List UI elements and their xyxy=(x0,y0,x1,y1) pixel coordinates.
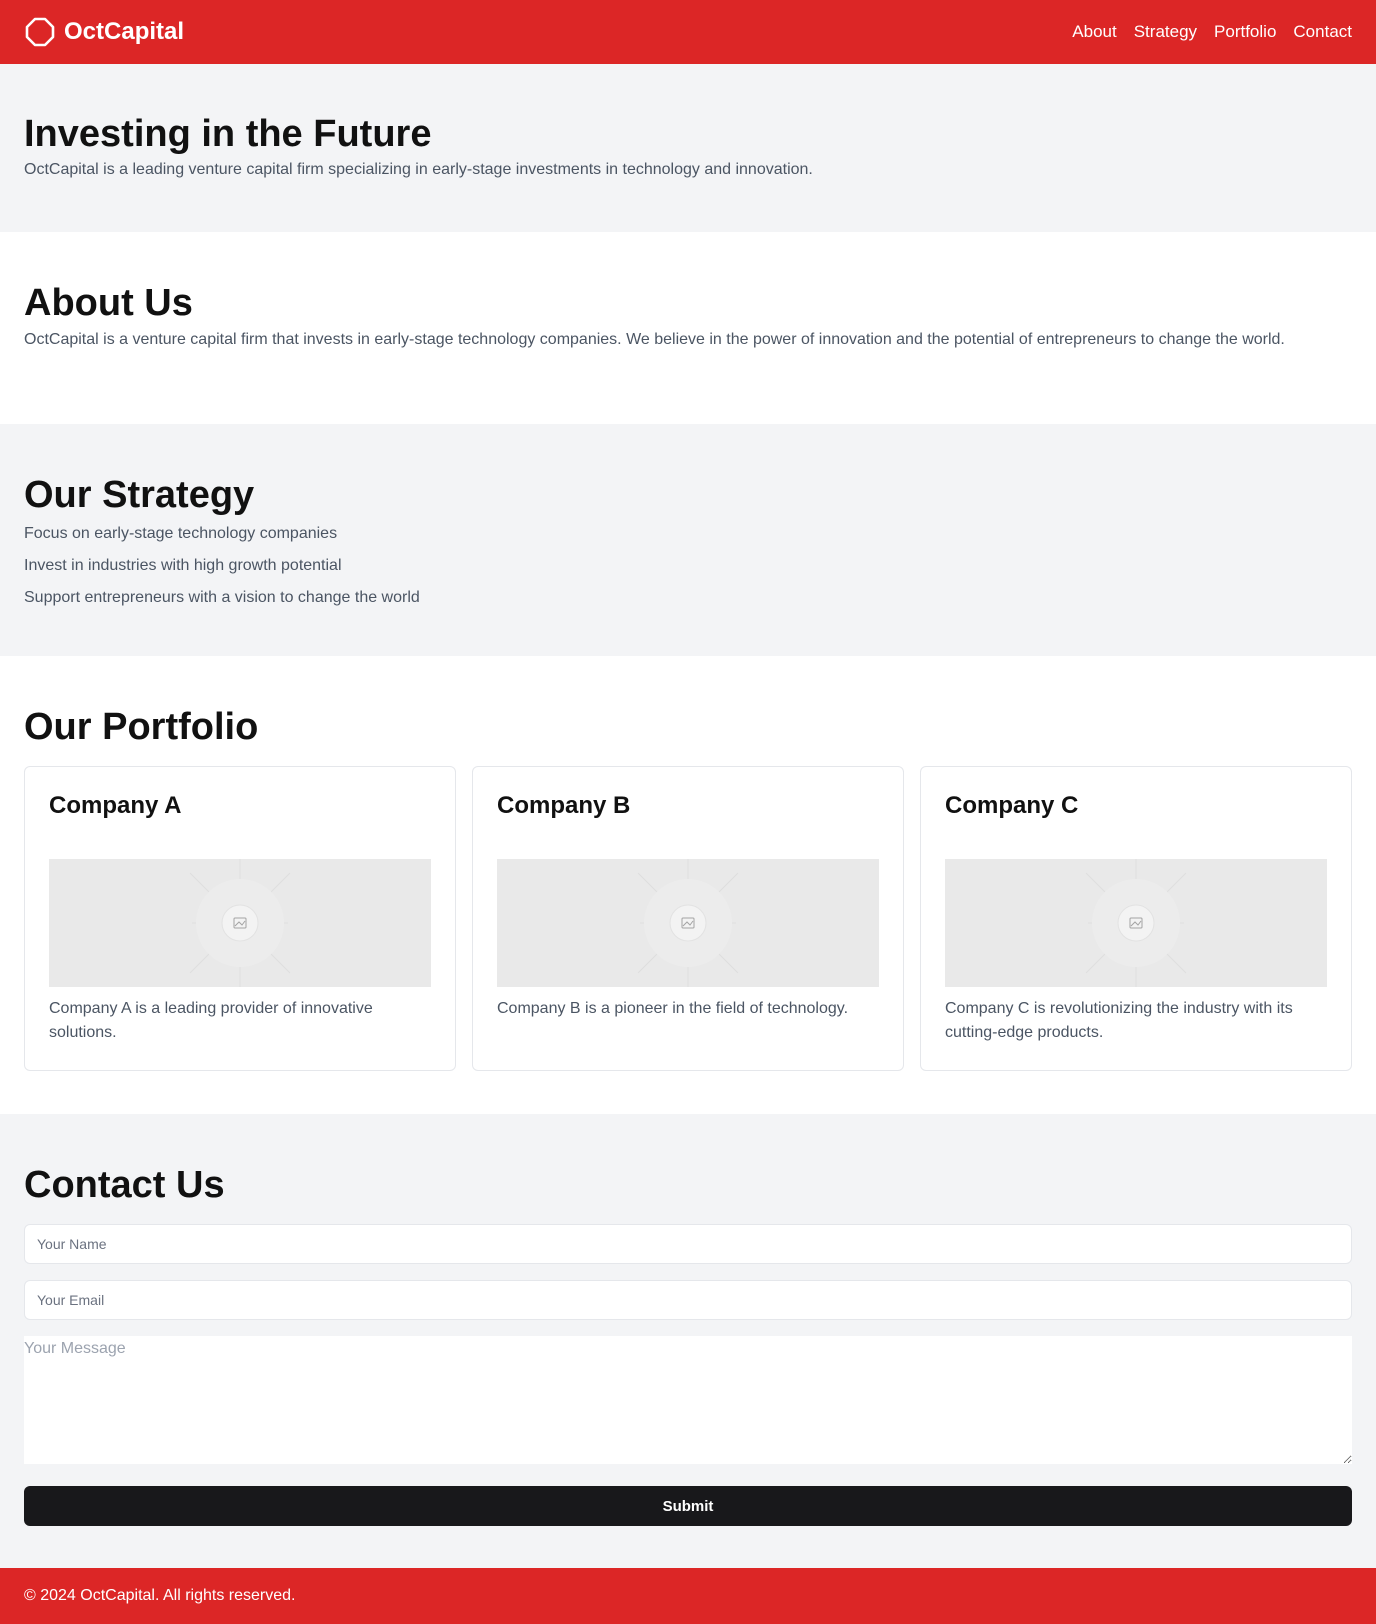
hero-title: Investing in the Future xyxy=(24,113,432,155)
brand-name: OctCapital xyxy=(64,18,185,45)
strategy-item: Focus on early-stage technology companie… xyxy=(24,525,338,542)
portfolio-card-company-b: Company B Company B is a pioneer in the … xyxy=(472,766,904,1071)
contact-section: Contact Us Submit xyxy=(0,1114,1376,1568)
nav-link-strategy[interactable]: Strategy xyxy=(1134,22,1197,42)
brand-link[interactable]: OctCapital xyxy=(24,16,184,48)
card-description: Company B is a pioneer in the field of t… xyxy=(497,1000,849,1017)
site-footer: © 2024 OctCapital. All rights reserved. xyxy=(0,1568,1376,1624)
octagon-icon xyxy=(24,16,56,48)
about-title: About Us xyxy=(24,282,193,324)
nav-link-about[interactable]: About xyxy=(1072,22,1116,42)
image-placeholder-icon xyxy=(189,859,291,987)
email-input[interactable] xyxy=(24,1280,1352,1320)
strategy-item: Invest in industries with high growth po… xyxy=(24,557,342,574)
card-title: Company B xyxy=(497,792,631,819)
strategy-title: Our Strategy xyxy=(24,474,255,516)
portfolio-card-company-a: Company A Company A is a leading provide… xyxy=(24,766,456,1071)
strategy-section: Our Strategy Focus on early-stage techno… xyxy=(0,424,1376,656)
hero-section: Investing in the Future OctCapital is a … xyxy=(0,64,1376,232)
message-textarea[interactable] xyxy=(24,1336,1352,1464)
card-description: Company C is revolutionizing the industr… xyxy=(945,1000,1293,1041)
strategy-list: Focus on early-stage technology companie… xyxy=(24,522,1352,610)
portfolio-card-company-c: Company C Company C is revolutionizing t… xyxy=(920,766,1352,1071)
about-section: About Us OctCapital is a venture capital… xyxy=(0,232,1376,424)
contact-title: Contact Us xyxy=(24,1164,225,1206)
portfolio-cards: Company A Company A is a leading provide… xyxy=(24,766,1352,1071)
nav-link-contact[interactable]: Contact xyxy=(1293,22,1352,42)
image-placeholder xyxy=(945,859,1327,987)
image-placeholder xyxy=(49,859,431,987)
footer-copyright: © 2024 OctCapital. All rights reserved. xyxy=(24,1587,296,1604)
contact-form: Submit xyxy=(24,1224,1352,1526)
card-description: Company A is a leading provider of innov… xyxy=(49,1000,373,1041)
nav-link-portfolio[interactable]: Portfolio xyxy=(1214,22,1276,42)
hero-subtitle: OctCapital is a leading venture capital … xyxy=(24,161,813,178)
site-header: OctCapital About Strategy Portfolio Cont… xyxy=(0,0,1376,64)
name-input[interactable] xyxy=(24,1224,1352,1264)
image-placeholder-icon xyxy=(1085,859,1187,987)
submit-button[interactable]: Submit xyxy=(24,1486,1352,1526)
card-title: Company A xyxy=(49,792,182,819)
portfolio-title: Our Portfolio xyxy=(24,706,259,748)
page: OctCapital About Strategy Portfolio Cont… xyxy=(0,0,1376,1624)
image-placeholder xyxy=(497,859,879,987)
about-text: OctCapital is a venture capital firm tha… xyxy=(24,331,1285,348)
main-nav: About Strategy Portfolio Contact xyxy=(1072,22,1352,42)
strategy-item: Support entrepreneurs with a vision to c… xyxy=(24,589,420,606)
image-placeholder-icon xyxy=(637,859,739,987)
portfolio-section: Our Portfolio Company A Company A is a l… xyxy=(0,656,1376,1114)
card-title: Company C xyxy=(945,792,1079,819)
